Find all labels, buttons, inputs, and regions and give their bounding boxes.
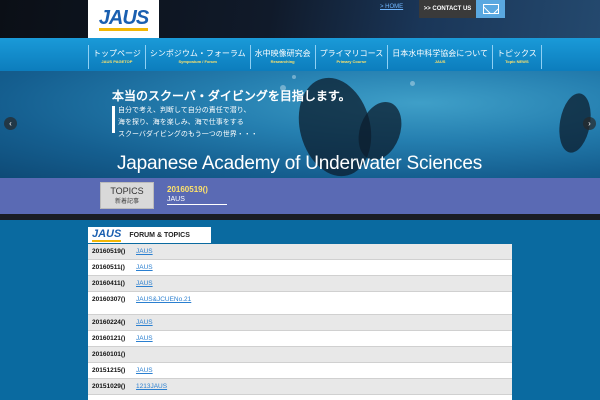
list-item: 20160519() JAUS — [88, 244, 512, 260]
nav-sublabel: Symposium / Forum — [178, 59, 217, 64]
nav-label: トップページ — [93, 49, 141, 58]
forum-logo: JAUS — [92, 227, 122, 242]
nav-sublabel: Topic NEWS — [505, 59, 529, 64]
bubble — [292, 75, 296, 79]
list-item: 20160121() JAUS — [88, 331, 512, 347]
list-item: 20151029() 1213JAUS — [88, 379, 512, 395]
nav-label: シンポジウム・フォーラム — [149, 49, 246, 58]
item-link[interactable]: 1213JAUS — [136, 383, 167, 390]
nav-sublabel: Primary Course — [336, 59, 367, 64]
topic-date: 20160519() — [167, 185, 208, 194]
hero-line: スクーバダイビングのもう一つの世界・・・ — [118, 130, 258, 138]
item-date: 20160121() — [92, 335, 126, 342]
nav-sublabel: JAUS PAGETOP — [101, 59, 133, 64]
bubble — [410, 81, 415, 86]
nav-sublabel: JAUS — [434, 59, 446, 64]
nav-item-topics[interactable]: トピックス Topic NEWS — [491, 45, 542, 69]
list-item: 20151215() JAUS — [88, 363, 512, 379]
main-nav: トップページ JAUS PAGETOP シンポジウム・フォーラム Symposi… — [88, 45, 542, 69]
item-date: 20160224() — [92, 319, 126, 326]
logo-text: JAUS — [98, 6, 149, 31]
item-link[interactable] — [136, 351, 150, 359]
forum-header: JAUS FORUM & TOPICS — [88, 227, 211, 243]
topics-title: TOPICS — [110, 186, 144, 196]
item-link[interactable]: JAUS — [136, 280, 178, 287]
prev-slide-button[interactable]: ‹ — [4, 117, 17, 130]
topics-band: TOPICS 新着記事 20160519() JAUS — [0, 178, 600, 214]
envelope-icon — [482, 4, 499, 14]
item-link[interactable]: JAUS — [136, 319, 184, 326]
list-item: 20160224() JAUS — [88, 315, 512, 331]
item-link[interactable]: JAUS — [136, 264, 166, 271]
topics-box: TOPICS 新着記事 — [100, 182, 154, 209]
item-date: 20160101() — [92, 351, 126, 358]
nav-item-primary-course[interactable]: プライマリコース Primary Course — [314, 45, 388, 69]
nav-item-research[interactable]: 水中映像研究会 Researching — [249, 45, 315, 69]
item-link[interactable]: JAUS&JCUENo.21 — [136, 296, 220, 303]
nav-label: 日本水中科学協会について — [392, 49, 488, 58]
hero-line: 海を探り、海を楽しみ、海で仕事をする — [118, 118, 244, 126]
forum-list: 20160519() JAUS 20160511() JAUS 20160411… — [88, 244, 512, 400]
divider-strip — [0, 214, 600, 220]
site-logo[interactable]: JAUS — [88, 0, 159, 38]
mail-button[interactable] — [476, 0, 505, 18]
contact-us-button[interactable]: >> CONTACT US — [419, 0, 476, 18]
home-link[interactable]: > HOME — [380, 4, 403, 10]
item-date: 20151215() — [92, 367, 126, 374]
hero-divider — [112, 106, 115, 133]
nav-sublabel: Researching — [270, 59, 295, 64]
forum-title: FORUM & TOPICS — [129, 231, 190, 239]
topics-subtitle: 新着記事 — [114, 199, 139, 205]
nav-label: トピックス — [496, 49, 537, 58]
item-link[interactable]: JAUS — [136, 248, 188, 255]
nav-item-top[interactable]: トップページ JAUS PAGETOP — [88, 45, 145, 69]
item-date: 20160307() — [92, 296, 126, 303]
nav-item-symposium[interactable]: シンポジウム・フォーラム Symposium / Forum — [144, 45, 250, 69]
next-slide-button[interactable]: › — [583, 117, 596, 130]
hero-slider: 本当のスクーバ・ダイビングを目指します。 自分で考え、判断して自分の責任で潜り、… — [0, 71, 600, 178]
hero-subtitle: Japanese Academy of Underwater Sciences — [117, 153, 483, 174]
nav-item-about[interactable]: 日本水中科学協会について JAUS — [387, 45, 492, 69]
hero-line: 自分で考え、判断して自分の責任で潜り、 — [118, 106, 251, 114]
hero-title: 本当のスクーバ・ダイビングを目指します。 — [112, 89, 351, 103]
list-item: 20160307() JAUS&JCUENo.21 — [88, 292, 512, 315]
item-date: 20160411() — [92, 280, 125, 287]
item-date: 20160519() — [92, 248, 126, 255]
page: JAUS > HOME >> CONTACT US トップページ JAUS PA… — [0, 0, 600, 400]
list-item: 20160101() — [88, 347, 512, 363]
site-header: JAUS > HOME >> CONTACT US — [0, 0, 600, 38]
item-link[interactable]: JAUS — [136, 335, 184, 342]
list-item: 20160411() JAUS — [88, 276, 512, 292]
item-date: 20160511() — [92, 264, 125, 271]
item-link[interactable]: JAUS — [136, 367, 156, 374]
nav-label: プライマリコース — [319, 49, 384, 58]
list-item: 20160511() JAUS — [88, 260, 512, 276]
topic-link[interactable]: JAUS — [167, 195, 227, 205]
item-date: 20151029() — [92, 383, 126, 390]
nav-label: 水中映像研究会 — [254, 49, 311, 58]
